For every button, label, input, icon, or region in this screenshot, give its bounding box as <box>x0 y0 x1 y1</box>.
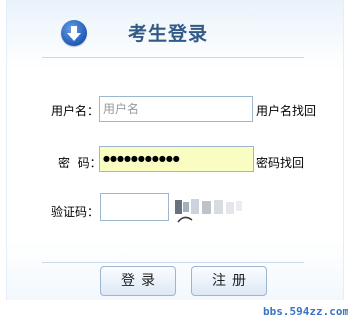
username-label: 用户名： <box>51 104 100 118</box>
register-button[interactable]: 注册 <box>191 266 267 296</box>
recover-username-link[interactable]: 用户名找回 <box>256 102 316 119</box>
watermark: bbs.594zz.com <box>263 305 348 318</box>
captcha-input[interactable] <box>100 193 169 221</box>
page-title: 考生登录 <box>128 23 209 45</box>
captcha-label: 验证码： <box>51 205 100 219</box>
header-divider <box>42 57 304 58</box>
footer-divider <box>42 262 304 263</box>
recover-password-link[interactable]: 密码找回 <box>256 154 304 171</box>
password-input[interactable]: ●●●●●●●●●●● <box>99 146 254 172</box>
captcha-image[interactable] <box>172 196 246 224</box>
download-arrow-icon <box>61 20 87 46</box>
login-button[interactable]: 登录 <box>100 266 176 296</box>
username-input[interactable] <box>99 96 253 122</box>
password-label: 密 码： <box>58 156 102 170</box>
